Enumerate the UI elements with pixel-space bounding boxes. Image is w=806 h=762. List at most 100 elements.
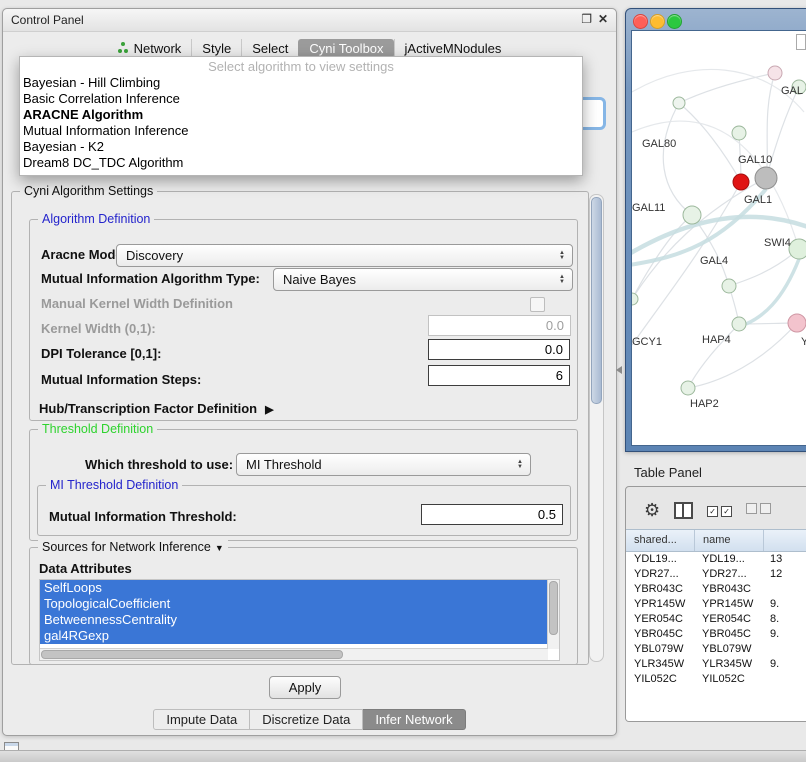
mi-threshold-label: Mutual Information Threshold:	[49, 509, 237, 524]
table-cell: YBR045C	[626, 627, 694, 642]
table-cell: YER054C	[694, 612, 762, 627]
attribute-item[interactable]: TopologicalCoefficient	[40, 596, 548, 612]
network-node[interactable]	[732, 317, 746, 331]
table-row[interactable]: YIL052CYIL052C	[626, 672, 806, 687]
network-node-label: Y	[801, 336, 806, 348]
attribute-item[interactable]: BetweennessCentrality	[40, 612, 548, 628]
sources-group-title[interactable]: Sources for Network Inference▼	[38, 540, 228, 554]
algorithm-dropdown: Select algorithm to view settings Bayesi…	[19, 56, 583, 176]
select-all-columns-icon[interactable]: ✓✓	[707, 501, 732, 519]
list-vertical-scrollbar-thumb[interactable]	[549, 581, 558, 635]
table-row[interactable]: YBR045CYBR045C9.	[626, 627, 806, 642]
network-node[interactable]	[681, 381, 695, 395]
panel-collapse-arrow[interactable]	[616, 366, 622, 374]
columns-icon[interactable]	[674, 502, 693, 519]
table-toolbar: ⚙ ✓✓	[626, 487, 806, 529]
table-cell: YLR345W	[694, 657, 762, 672]
algorithm-option[interactable]: ARACNE Algorithm	[20, 107, 582, 123]
mi-type-select[interactable]: Naive Bayes ▲▼	[273, 268, 573, 291]
network-node[interactable]	[733, 174, 749, 190]
network-edge[interactable]	[663, 103, 692, 215]
table-row[interactable]: YLR345WYLR345W9.	[626, 657, 806, 672]
algorithm-option[interactable]: Dream8 DC_TDC Algorithm	[20, 155, 582, 171]
hub-definition-expander[interactable]: Hub/Transcription Factor Definition▶	[39, 401, 274, 416]
network-node[interactable]	[673, 97, 685, 109]
dpi-tolerance-field[interactable]	[428, 339, 570, 360]
table-cell: YIL052C	[626, 672, 694, 687]
network-edge[interactable]	[746, 259, 799, 324]
updown-arrows-icon: ▲▼	[513, 460, 530, 470]
network-tab-icon	[118, 43, 129, 54]
network-edge[interactable]	[688, 323, 797, 388]
updown-arrows-icon: ▲▼	[555, 275, 572, 285]
table-cell: 9.	[762, 627, 806, 642]
data-attributes-items: SelfLoopsTopologicalCoefficientBetweenne…	[40, 580, 559, 644]
algorithm-dropdown-placeholder[interactable]: Select algorithm to view settings	[20, 58, 582, 75]
table-row[interactable]: YER054CYER054C8.	[626, 612, 806, 627]
table-cell: YER054C	[626, 612, 694, 627]
list-horizontal-scrollbar-thumb[interactable]	[41, 650, 343, 659]
algorithm-option[interactable]: Basic Correlation Inference	[20, 91, 582, 107]
table-cell	[762, 672, 806, 687]
settings-scrollbar[interactable]	[589, 194, 604, 662]
table-row[interactable]: YDL19...YDL19...13	[626, 552, 806, 567]
table-column-header[interactable]: name	[695, 530, 764, 551]
dpi-tolerance-label: DPI Tolerance [0,1]:	[41, 346, 161, 361]
table-row[interactable]: YBR043CYBR043C	[626, 582, 806, 597]
settings-scrollbar-thumb[interactable]	[591, 197, 602, 404]
table-cell: 12	[762, 567, 806, 582]
table-row[interactable]: YPR145WYPR145W9.	[626, 597, 806, 612]
bottom-tab-discretize-data[interactable]: Discretize Data	[250, 709, 363, 730]
algorithm-option[interactable]: Mutual Information Inference	[20, 123, 582, 139]
manual-kernel-checkbox[interactable]	[530, 297, 545, 312]
table-cell: YBL079W	[626, 642, 694, 657]
network-canvas[interactable]: GALGAL80GAL10GAL11GAL1SWI4GAL4GCY1HAP4HA…	[631, 30, 806, 446]
network-edge[interactable]	[679, 73, 775, 103]
table-cell: 13	[762, 552, 806, 567]
network-node[interactable]	[789, 239, 806, 259]
aracne-mode-select[interactable]: Discovery ▲▼	[116, 244, 573, 267]
bottom-tab-impute-data[interactable]: Impute Data	[153, 709, 250, 730]
table-column-header[interactable]: shared...	[626, 530, 695, 551]
table-row[interactable]: YDR27...YDR27...12	[626, 567, 806, 582]
collapse-down-icon: ▼	[215, 543, 224, 553]
zoom-traffic-light[interactable]	[667, 14, 682, 29]
kernel-width-field[interactable]	[428, 315, 571, 336]
network-node[interactable]	[732, 126, 746, 140]
network-scrollbar-stub[interactable]	[796, 34, 806, 50]
network-node[interactable]	[632, 293, 638, 305]
data-attributes-list: SelfLoopsTopologicalCoefficientBetweenne…	[39, 579, 560, 661]
list-vertical-scrollbar[interactable]	[547, 580, 559, 649]
algorithm-option[interactable]: Bayesian - Hill Climbing	[20, 75, 582, 91]
status-bar	[0, 750, 806, 762]
algorithm-option[interactable]: Bayesian - K2	[20, 139, 582, 155]
close-icon[interactable]: ✕	[598, 12, 608, 26]
network-edge[interactable]	[679, 103, 741, 182]
attribute-item[interactable]: gal4RGexp	[40, 628, 548, 644]
network-node[interactable]	[683, 206, 701, 224]
gear-icon[interactable]: ⚙	[644, 501, 660, 519]
network-node[interactable]	[722, 279, 736, 293]
bottom-tab-infer-network[interactable]: Infer Network	[363, 709, 465, 730]
deselect-all-columns-icon[interactable]	[746, 501, 771, 519]
apply-button[interactable]: Apply	[269, 676, 341, 699]
control-panel-titlebar[interactable]: Control Panel ❐ ✕	[3, 9, 616, 32]
restore-icon[interactable]: ❐	[581, 12, 592, 26]
mi-steps-field[interactable]	[428, 365, 570, 386]
which-threshold-label: Which threshold to use:	[85, 457, 233, 472]
kernel-width-label: Kernel Width (0,1):	[41, 321, 156, 336]
attribute-item[interactable]: SelfLoops	[40, 580, 548, 596]
table-cell: YPR145W	[694, 597, 762, 612]
table-column-header[interactable]	[764, 530, 806, 551]
aracne-mode-label: Aracne Mode:	[41, 247, 127, 262]
network-node[interactable]	[788, 314, 806, 332]
network-node[interactable]	[768, 66, 782, 80]
which-threshold-select[interactable]: MI Threshold ▲▼	[236, 453, 531, 476]
network-node[interactable]	[755, 167, 777, 189]
minimize-traffic-light[interactable]	[650, 14, 665, 29]
list-horizontal-scrollbar[interactable]	[40, 648, 548, 660]
table-row[interactable]: YBL079WYBL079W	[626, 642, 806, 657]
network-node-label: GAL11	[632, 202, 665, 214]
close-traffic-light[interactable]	[633, 14, 648, 29]
mi-threshold-field[interactable]	[421, 504, 563, 525]
